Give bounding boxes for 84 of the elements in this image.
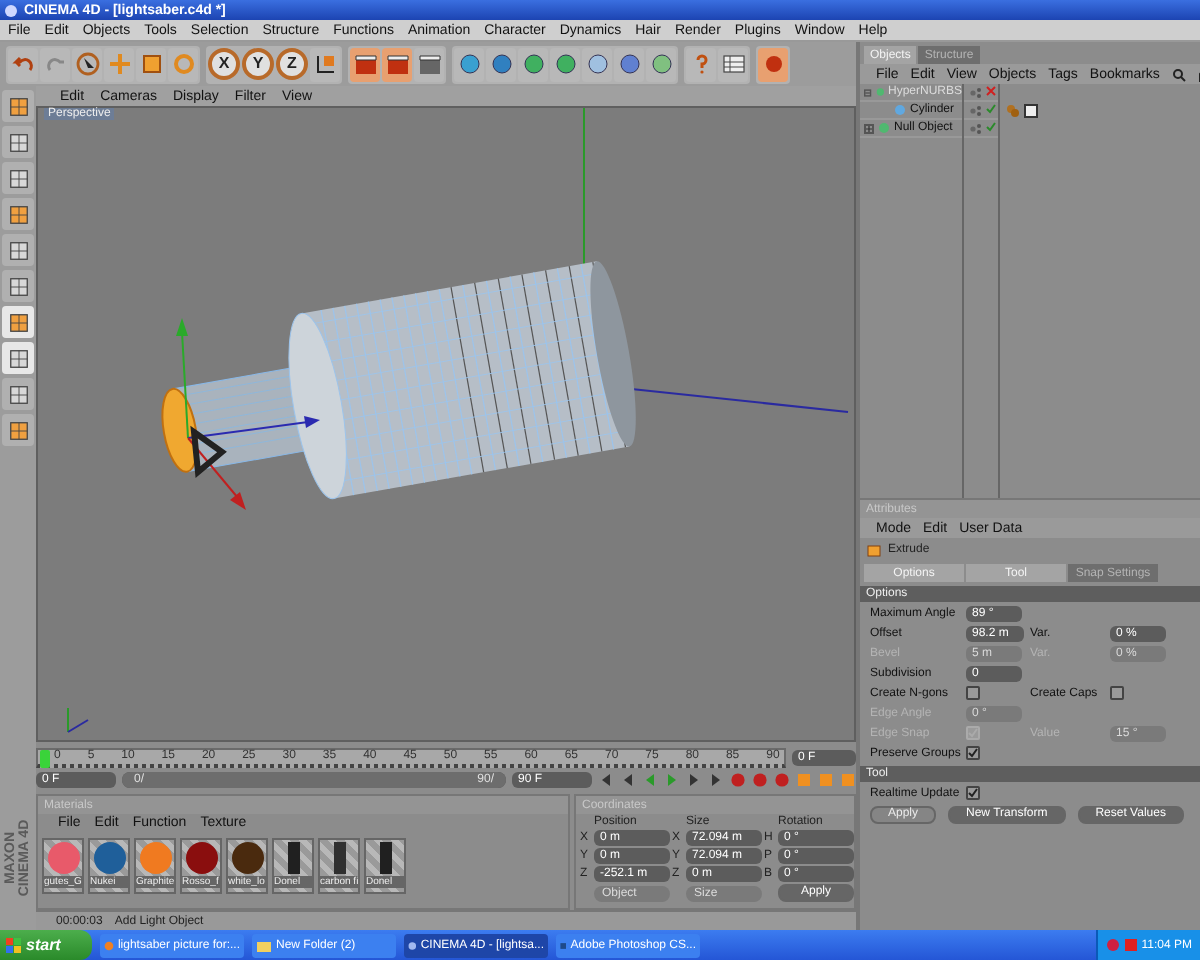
record-keys-icon <box>752 772 768 788</box>
uv-mode-button[interactable] <box>2 306 34 338</box>
skip-start-icon <box>598 772 614 788</box>
clapperboard-icon <box>385 52 409 76</box>
pointer-button[interactable] <box>72 47 102 81</box>
edges-mode-button[interactable] <box>2 234 34 266</box>
material-sphere-icon <box>137 840 173 876</box>
collapse-icon <box>864 87 872 97</box>
pointer-icon <box>75 52 99 76</box>
render-button[interactable] <box>758 47 788 81</box>
axis-lock-button[interactable]: Z <box>276 47 308 79</box>
undo-button[interactable] <box>8 47 38 81</box>
rotate-icon <box>171 52 195 76</box>
soft-selection-button[interactable] <box>2 414 34 446</box>
texture-tag-icon <box>1024 104 1038 118</box>
axis-lock-button[interactable]: Y <box>242 47 274 79</box>
visibility-dots-icon <box>970 103 982 117</box>
search-icon <box>1171 67 1186 81</box>
checkbox[interactable] <box>1110 686 1124 700</box>
record-icon <box>730 772 746 788</box>
material-sphere-icon <box>229 840 265 876</box>
undo-icon <box>11 52 35 76</box>
material-texture-icon <box>333 842 345 874</box>
workplane-button[interactable] <box>2 378 34 410</box>
snap-button[interactable] <box>2 342 34 374</box>
help-button[interactable] <box>686 47 716 81</box>
spline-button[interactable] <box>486 47 516 81</box>
camera-object-button[interactable] <box>614 47 644 81</box>
cube-button[interactable] <box>454 47 484 81</box>
extrude-tool-icon <box>866 541 882 557</box>
disabled-cross-icon <box>986 85 996 95</box>
polygons-mode-button[interactable] <box>2 270 34 302</box>
move-icon <box>107 52 131 76</box>
app-icon <box>4 3 18 17</box>
tray-icon <box>1105 938 1120 952</box>
object-axis-button[interactable] <box>2 162 34 194</box>
light-object-button[interactable] <box>646 47 676 81</box>
app-icon <box>408 937 417 953</box>
coordinate-system-button[interactable] <box>310 47 340 81</box>
material-sphere-icon <box>91 840 127 876</box>
material-sphere-icon <box>45 840 81 876</box>
deformer-button[interactable] <box>582 47 612 81</box>
start-button[interactable]: start <box>0 930 92 960</box>
material-texture-icon <box>379 842 391 874</box>
table-button[interactable] <box>718 47 748 81</box>
folder-icon <box>256 937 272 953</box>
key-rotation-icon <box>840 772 856 788</box>
scale-icon <box>139 52 163 76</box>
redo-icon <box>43 52 67 76</box>
step-forward-icon <box>686 772 702 788</box>
playhead[interactable] <box>40 749 50 767</box>
clapperboard-icon <box>353 52 377 76</box>
checkbox[interactable] <box>966 746 980 760</box>
expand-icon <box>864 123 874 133</box>
key-scale-icon <box>818 772 834 788</box>
render-picture-button[interactable] <box>382 47 412 81</box>
material-sphere-icon <box>183 840 219 876</box>
view-axis-icon <box>67 707 89 733</box>
play-icon <box>664 772 680 788</box>
visibility-dots-icon <box>970 85 982 99</box>
phong-tag-icon <box>1006 104 1020 118</box>
model-mode-button[interactable] <box>2 90 34 122</box>
sphere-icon <box>761 52 785 76</box>
coordinate-system-icon <box>313 52 337 76</box>
render-settings-button[interactable] <box>414 47 444 81</box>
checkbox[interactable] <box>966 786 980 800</box>
windows-logo-icon <box>6 937 22 953</box>
nurbs-button[interactable] <box>518 47 548 81</box>
play-back-icon <box>642 772 658 788</box>
scale-button[interactable] <box>136 47 166 81</box>
axis-lock-button[interactable]: X <box>208 47 240 79</box>
render-view-button[interactable] <box>350 47 380 81</box>
auto-key-icon <box>774 772 790 788</box>
skip-end-icon <box>708 772 724 788</box>
points-mode-button[interactable] <box>2 198 34 230</box>
step-back-icon <box>620 772 636 788</box>
table-icon <box>721 52 745 76</box>
clapperboard-icon <box>417 52 441 76</box>
texture-mode-button[interactable] <box>2 126 34 158</box>
material-texture-icon <box>287 842 299 874</box>
key-position-icon <box>796 772 812 788</box>
checkbox[interactable] <box>966 686 980 700</box>
array-button[interactable] <box>550 47 580 81</box>
visibility-dots-icon <box>970 121 982 135</box>
